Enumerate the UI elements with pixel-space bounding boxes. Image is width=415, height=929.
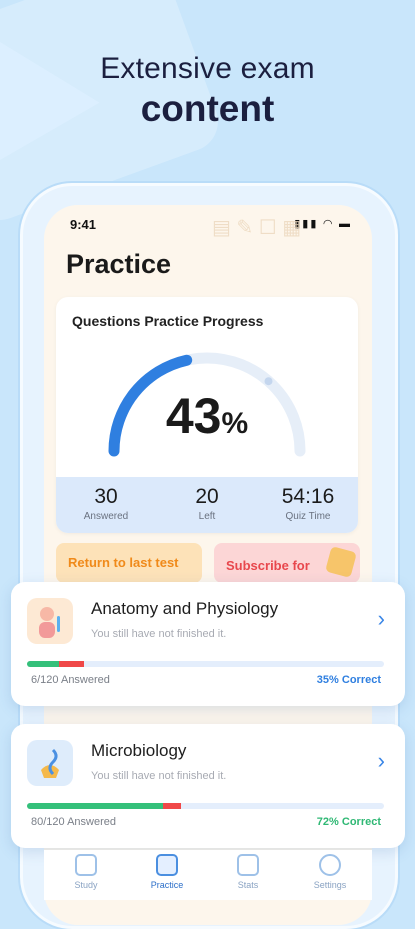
- progress-percent-value: 43: [165, 388, 222, 444]
- stat-value: 20: [195, 485, 219, 508]
- status-time: 9:41: [70, 217, 97, 232]
- progress-wrong-segment: [59, 661, 85, 667]
- chart-icon: [237, 854, 259, 876]
- course-name: Anatomy and Physiology: [91, 599, 279, 618]
- promo-headline: Extensive exam content: [0, 52, 415, 130]
- progress-card-title: Questions Practice Progress: [72, 313, 264, 329]
- tab-study[interactable]: Study: [56, 854, 116, 890]
- course-progress-bar: [27, 661, 384, 667]
- progress-wrong-segment: [162, 803, 181, 809]
- stat-answered: 30 Answered: [56, 485, 156, 522]
- course-subtitle: You still have not finished it.: [91, 770, 227, 782]
- course-card-microbiology[interactable]: Microbiology You still have not finished…: [11, 724, 405, 848]
- anatomy-avatar-icon: [27, 598, 73, 644]
- course-correct-percent: 35% Correct: [316, 674, 381, 686]
- progress-stats-strip: 30 Answered 20 Left 54:16 Quiz Time: [56, 477, 358, 533]
- progress-card: Questions Practice Progress 43% 30 Answe…: [56, 297, 358, 533]
- chevron-right-icon[interactable]: ›: [378, 606, 385, 632]
- progress-percentage: 43%: [56, 387, 358, 445]
- subscribe-button-label: Subscribe for: [226, 558, 310, 573]
- bottom-tab-bar: Study Practice Stats Settings: [44, 850, 372, 900]
- stat-left: 20 Left: [157, 485, 257, 522]
- gear-icon: [319, 854, 341, 876]
- tab-label: Stats: [237, 880, 259, 890]
- stat-value: 54:16: [281, 485, 335, 508]
- headline-line2: content: [140, 88, 275, 129]
- course-card-anatomy[interactable]: Anatomy and Physiology You still have no…: [11, 582, 405, 706]
- return-to-last-test-button[interactable]: Return to last test: [56, 543, 202, 583]
- stat-label: Answered: [83, 511, 129, 522]
- course-progress-bar: [27, 803, 384, 809]
- gauge-end-marker: [264, 377, 273, 386]
- course-name: Microbiology: [91, 741, 187, 760]
- page-title: Practice: [66, 249, 172, 279]
- stat-label: Left: [198, 511, 216, 522]
- return-button-label: Return to last test: [68, 555, 179, 570]
- tab-settings[interactable]: Settings: [300, 854, 360, 890]
- subscribe-button[interactable]: Subscribe for: [214, 543, 360, 583]
- stat-quiz-time: 54:16 Quiz Time: [258, 485, 358, 522]
- tab-label: Practice: [150, 880, 184, 890]
- microbiology-avatar-icon: [27, 740, 73, 786]
- gift-icon: [325, 546, 357, 578]
- course-answered-count: 80/120 Answered: [31, 816, 117, 828]
- progress-percent-sign: %: [221, 407, 249, 440]
- tab-label: Study: [74, 880, 98, 890]
- course-subtitle: You still have not finished it.: [91, 628, 227, 640]
- decorative-doodles: ▤ ✎ ☐ ▦: [212, 217, 302, 239]
- tab-label: Settings: [313, 880, 347, 890]
- course-correct-percent: 72% Correct: [316, 816, 381, 828]
- progress-correct-segment: [27, 803, 163, 809]
- book-icon: [75, 854, 97, 876]
- tab-practice[interactable]: Practice: [137, 854, 197, 890]
- progress-correct-segment: [27, 661, 60, 667]
- headline-line1: Extensive exam: [100, 52, 315, 85]
- stat-label: Quiz Time: [285, 511, 331, 522]
- practice-icon: [156, 854, 178, 876]
- tab-stats[interactable]: Stats: [218, 854, 278, 890]
- chevron-right-icon[interactable]: ›: [378, 748, 385, 774]
- course-answered-count: 6/120 Answered: [31, 674, 110, 686]
- stat-value: 30: [94, 485, 118, 508]
